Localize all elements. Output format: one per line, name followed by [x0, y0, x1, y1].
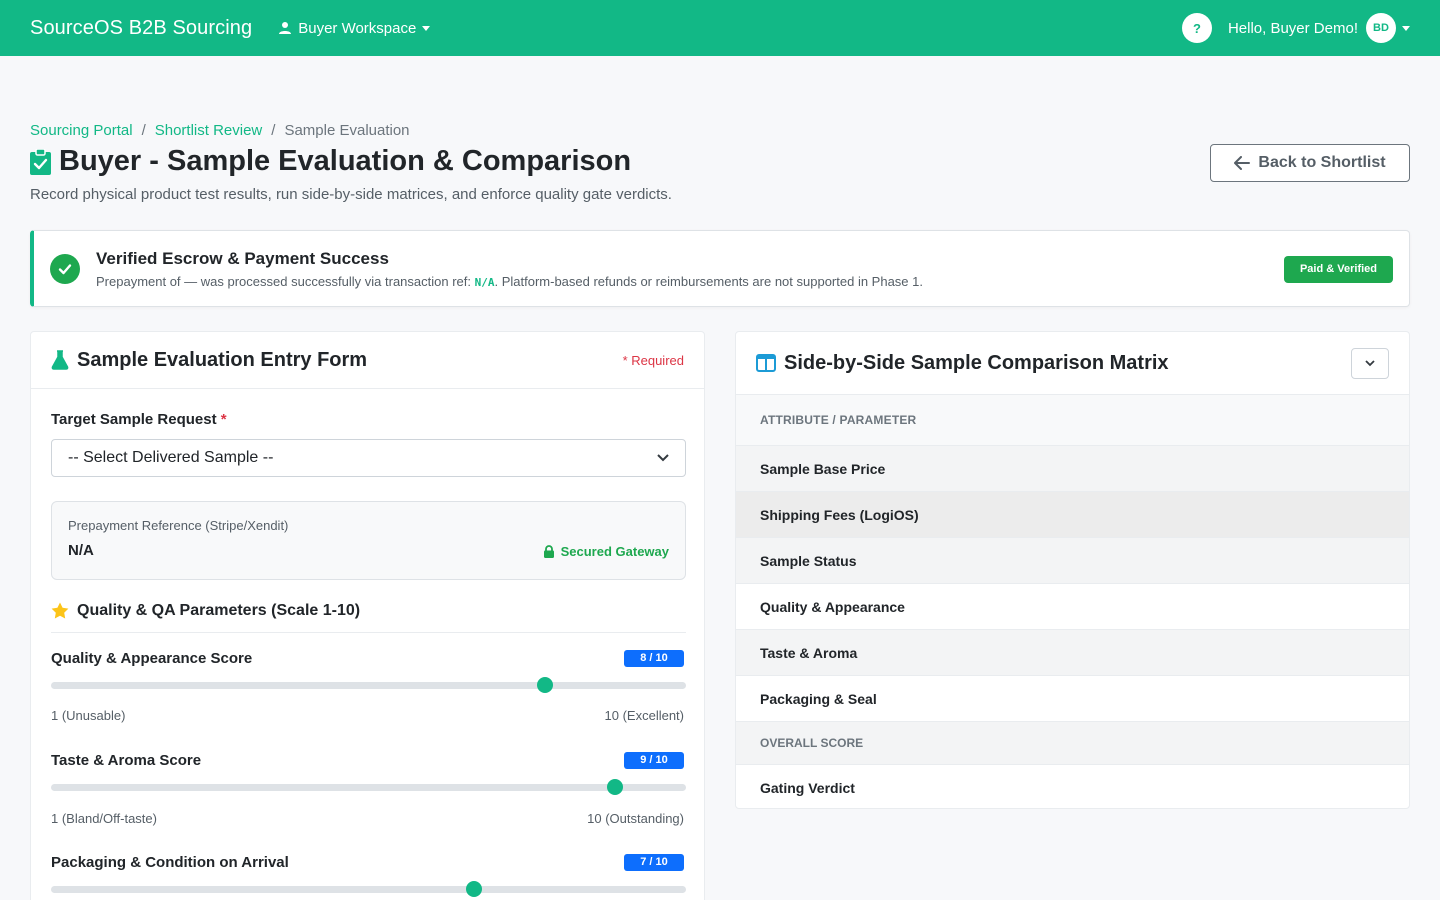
flask-icon: [51, 350, 69, 370]
alert-text-before: Prepayment of — was processed successful…: [96, 273, 475, 289]
quality-slider-thumb[interactable]: [536, 677, 553, 693]
quality-score-badge: 8 / 10: [624, 650, 684, 667]
packaging-slider-thumb[interactable]: [466, 881, 483, 897]
breadcrumb-sourcing-portal[interactable]: Sourcing Portal: [30, 122, 133, 139]
taste-score-badge: 9 / 10: [624, 752, 684, 769]
prepayment-reference-box: Prepayment Reference (Stripe/Xendit) N/A…: [51, 501, 686, 580]
chevron-down-icon: [657, 454, 669, 462]
quality-range-min: 1 (Unusable): [51, 708, 126, 723]
back-to-shortlist-button[interactable]: Back to Shortlist: [1210, 144, 1410, 182]
lock-icon: [543, 545, 554, 558]
alert-text-after: . Platform-based refunds or reimbursemen…: [494, 273, 923, 289]
taste-range-min: 1 (Bland/Off-taste): [51, 811, 157, 826]
form-title: Sample Evaluation Entry Form: [77, 348, 368, 371]
matrix-row-taste: Taste & Aroma: [736, 630, 1409, 676]
required-star: *: [220, 411, 227, 428]
matrix-row-packaging: Packaging & Seal: [736, 676, 1409, 722]
taste-score-label: Taste & Aroma Score: [51, 752, 202, 769]
alert-text: Prepayment of — was processed successful…: [96, 274, 923, 289]
matrix-section-overall-score: OVERALL SCORE: [736, 722, 1409, 765]
taste-score-slider[interactable]: [51, 779, 686, 795]
target-sample-label: Target Sample Request *: [51, 411, 227, 428]
matrix-sample-select[interactable]: [1351, 347, 1389, 379]
secured-gateway: Secured Gateway: [543, 544, 669, 559]
matrix-row-base-price: Sample Base Price: [736, 446, 1409, 492]
taste-slider-thumb[interactable]: [607, 779, 624, 795]
breadcrumb-separator: /: [271, 122, 276, 139]
breadcrumb: Sourcing Portal / Shortlist Review / Sam…: [30, 122, 410, 139]
quality-score-label: Quality & Appearance Score: [51, 650, 253, 667]
target-sample-select[interactable]: -- Select Delivered Sample --: [51, 439, 686, 477]
matrix-row-quality: Quality & Appearance: [736, 584, 1409, 630]
user-icon: [279, 22, 292, 34]
payment-success-alert: Verified Escrow & Payment Success Prepay…: [30, 230, 1410, 307]
workspace-dropdown[interactable]: Buyer Workspace: [278, 19, 431, 37]
paid-verified-badge: Paid & Verified: [1283, 256, 1393, 283]
help-button[interactable]: ?: [1181, 13, 1212, 43]
evaluation-entry-form: Sample Evaluation Entry Form * Required …: [30, 331, 705, 900]
required-note: * Required: [622, 352, 684, 368]
breadcrumb-shortlist-review[interactable]: Shortlist Review: [155, 122, 263, 139]
page-subtitle: Record physical product test results, ru…: [30, 186, 672, 203]
target-sample-label-text: Target Sample Request: [51, 411, 217, 428]
secured-gateway-label: Secured Gateway: [560, 544, 669, 559]
matrix-row-sample-status: Sample Status: [736, 538, 1409, 584]
breadcrumb-current: Sample Evaluation: [284, 122, 410, 139]
matrix-title: Side-by-Side Sample Comparison Matrix: [784, 351, 1169, 374]
columns-icon: [756, 354, 776, 372]
quality-score-slider[interactable]: [51, 677, 686, 693]
workspace-label: Buyer Workspace: [298, 19, 417, 37]
qa-section-header: Quality & QA Parameters (Scale 1-10): [51, 602, 686, 633]
matrix-row-gating-verdict: Gating Verdict: [736, 765, 1409, 808]
packaging-score-slider[interactable]: [51, 881, 686, 897]
matrix-row-shipping-fees: Shipping Fees (LogiOS): [736, 492, 1409, 538]
check-circle-icon: [50, 253, 80, 284]
breadcrumb-separator: /: [141, 122, 146, 139]
transaction-ref: N/A: [474, 275, 495, 289]
alert-title: Verified Escrow & Payment Success: [96, 248, 389, 268]
user-menu-caret-icon[interactable]: [1402, 25, 1410, 31]
avatar[interactable]: BD: [1366, 13, 1396, 43]
packaging-score-badge: 7 / 10: [624, 854, 684, 871]
caret-down-icon: [422, 25, 431, 31]
quality-range-max: 10 (Excellent): [604, 708, 684, 723]
comparison-matrix-card: Side-by-Side Sample Comparison Matrix AT…: [735, 331, 1410, 809]
arrow-left-icon: [1234, 156, 1251, 170]
packaging-score-label: Packaging & Condition on Arrival: [51, 854, 289, 871]
page-title-text: Buyer - Sample Evaluation & Comparison: [59, 145, 632, 177]
taste-range-max: 10 (Outstanding): [587, 811, 684, 826]
matrix-header-row: ATTRIBUTE / PARAMETER: [736, 395, 1409, 446]
select-value: -- Select Delivered Sample --: [68, 449, 274, 466]
qa-section-title: Quality & QA Parameters (Scale 1-10): [77, 602, 361, 619]
prepayment-label: Prepayment Reference (Stripe/Xendit): [68, 518, 289, 533]
back-button-label: Back to Shortlist: [1258, 154, 1386, 171]
chevron-down-icon: [1365, 359, 1375, 366]
top-navbar: SourceOS B2B Sourcing Buyer Workspace ? …: [0, 0, 1440, 56]
user-greeting[interactable]: Hello, Buyer Demo!: [1228, 20, 1358, 37]
clipboard-check-icon: [30, 148, 51, 175]
brand-logo[interactable]: SourceOS B2B Sourcing: [30, 17, 252, 40]
page-title: Buyer - Sample Evaluation & Comparison: [30, 145, 631, 178]
star-icon: [51, 602, 69, 619]
